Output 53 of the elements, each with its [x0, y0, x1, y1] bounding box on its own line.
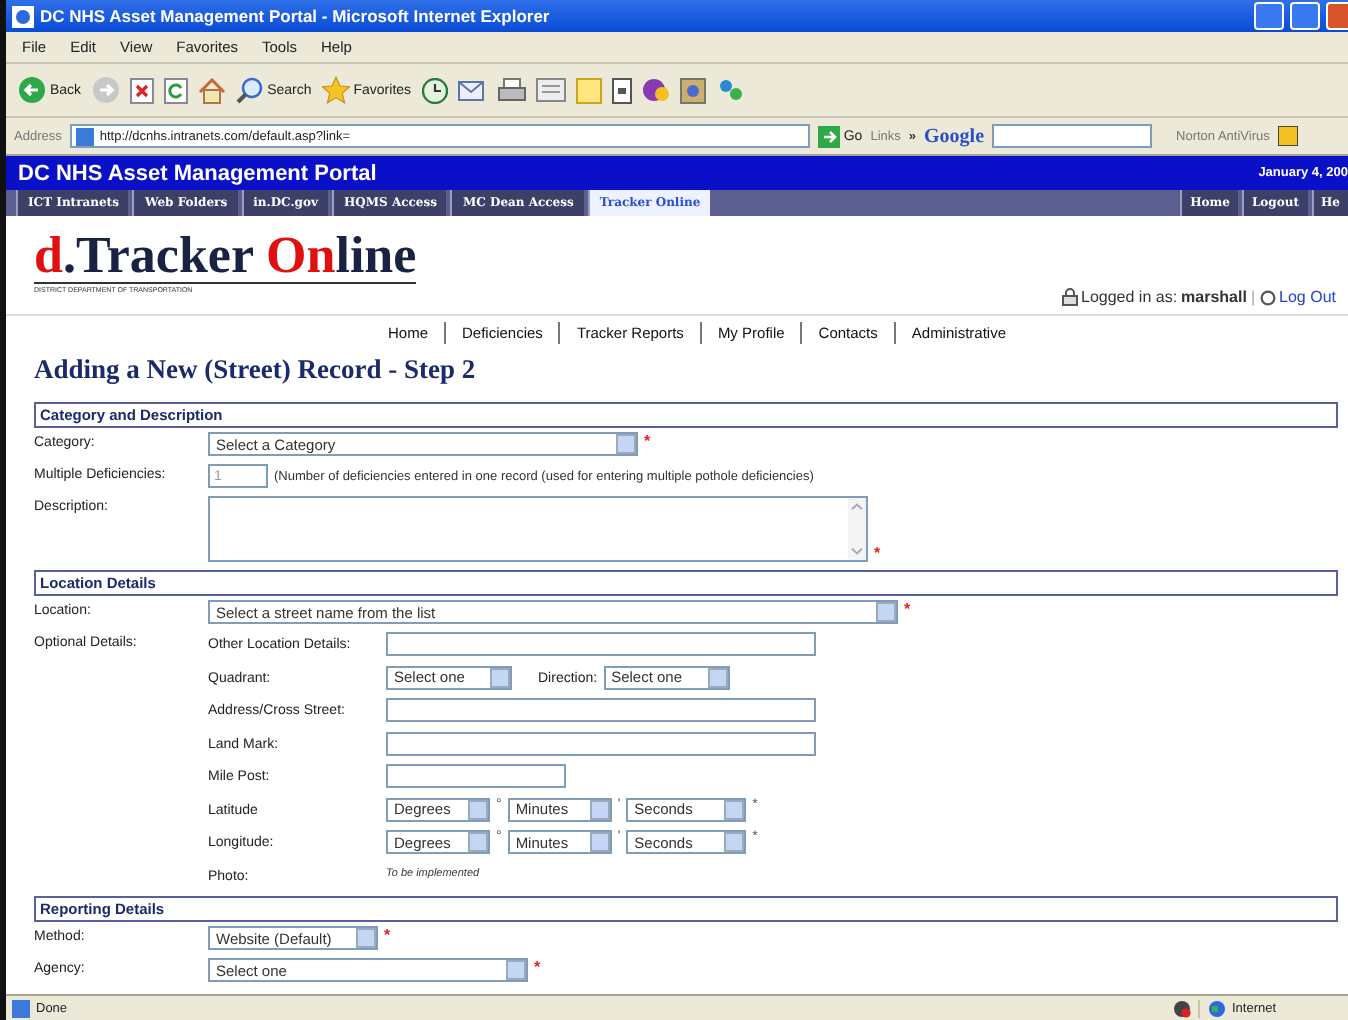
- shield-icon[interactable]: [1277, 126, 1298, 146]
- login-label: Logged in as:: [1081, 288, 1178, 306]
- required-mark: *: [534, 958, 541, 976]
- logo-text: d.Tracker Online: [34, 228, 417, 284]
- text-field[interactable]: [386, 632, 816, 656]
- scrollbar[interactable]: [848, 498, 866, 560]
- home-icon: [197, 77, 226, 103]
- toolbar-icon[interactable]: [129, 77, 154, 103]
- search-icon: [235, 76, 264, 104]
- power-icon: [1259, 289, 1276, 305]
- search-field[interactable]: [992, 124, 1153, 148]
- portal-title: DC NHS Asset Management Portal: [18, 161, 377, 185]
- text-field[interactable]: [386, 731, 816, 755]
- text-field[interactable]: [386, 764, 566, 788]
- close-button[interactable]: [1326, 2, 1348, 30]
- stop-icon: [129, 77, 154, 103]
- window-title: DC NHS Asset Management Portal - Microsoft Internet Explorer: [40, 6, 552, 26]
- star-icon: [321, 76, 350, 104]
- page-icon: [75, 127, 94, 145]
- globe-icon: [1208, 999, 1226, 1017]
- clock-icon: [421, 77, 448, 103]
- forward-icon: [91, 76, 120, 104]
- required-mark: *: [384, 926, 391, 944]
- search-brand[interactable]: Google: [924, 125, 985, 147]
- user-name: marshall: [1181, 288, 1247, 306]
- minimize-button[interactable]: [1254, 2, 1284, 30]
- maximize-button[interactable]: [1290, 2, 1320, 30]
- sign-out-link[interactable]: Log Out: [1279, 288, 1336, 306]
- phone-icon: [611, 77, 632, 103]
- page-icon: [12, 999, 30, 1017]
- blocked-icon: [1172, 999, 1192, 1017]
- refresh-icon: [163, 77, 188, 103]
- required-mark: *: [644, 432, 651, 450]
- note-icon: [575, 77, 602, 103]
- browser-icon: [12, 5, 34, 27]
- back-icon: [18, 76, 46, 104]
- toolbar-icon[interactable]: [421, 77, 448, 103]
- description-field[interactable]: [208, 496, 868, 562]
- text-field[interactable]: [386, 698, 816, 722]
- required-mark: *: [904, 600, 911, 618]
- toolbar-icon[interactable]: [611, 77, 632, 103]
- document-icon: [535, 78, 566, 102]
- mail-icon: [457, 78, 488, 102]
- media-icon: [679, 77, 706, 103]
- page-heading: Adding a New (Street) Record - Step 2: [34, 354, 478, 386]
- lock-icon: [1061, 288, 1077, 306]
- printer-icon: [497, 77, 526, 103]
- toolbar-icon[interactable]: [497, 77, 526, 103]
- messenger-icon: [641, 77, 670, 103]
- separator: |: [1250, 288, 1256, 306]
- toolbar-icon[interactable]: [641, 77, 670, 103]
- required-mark: *: [874, 544, 881, 562]
- people-icon: [715, 77, 746, 103]
